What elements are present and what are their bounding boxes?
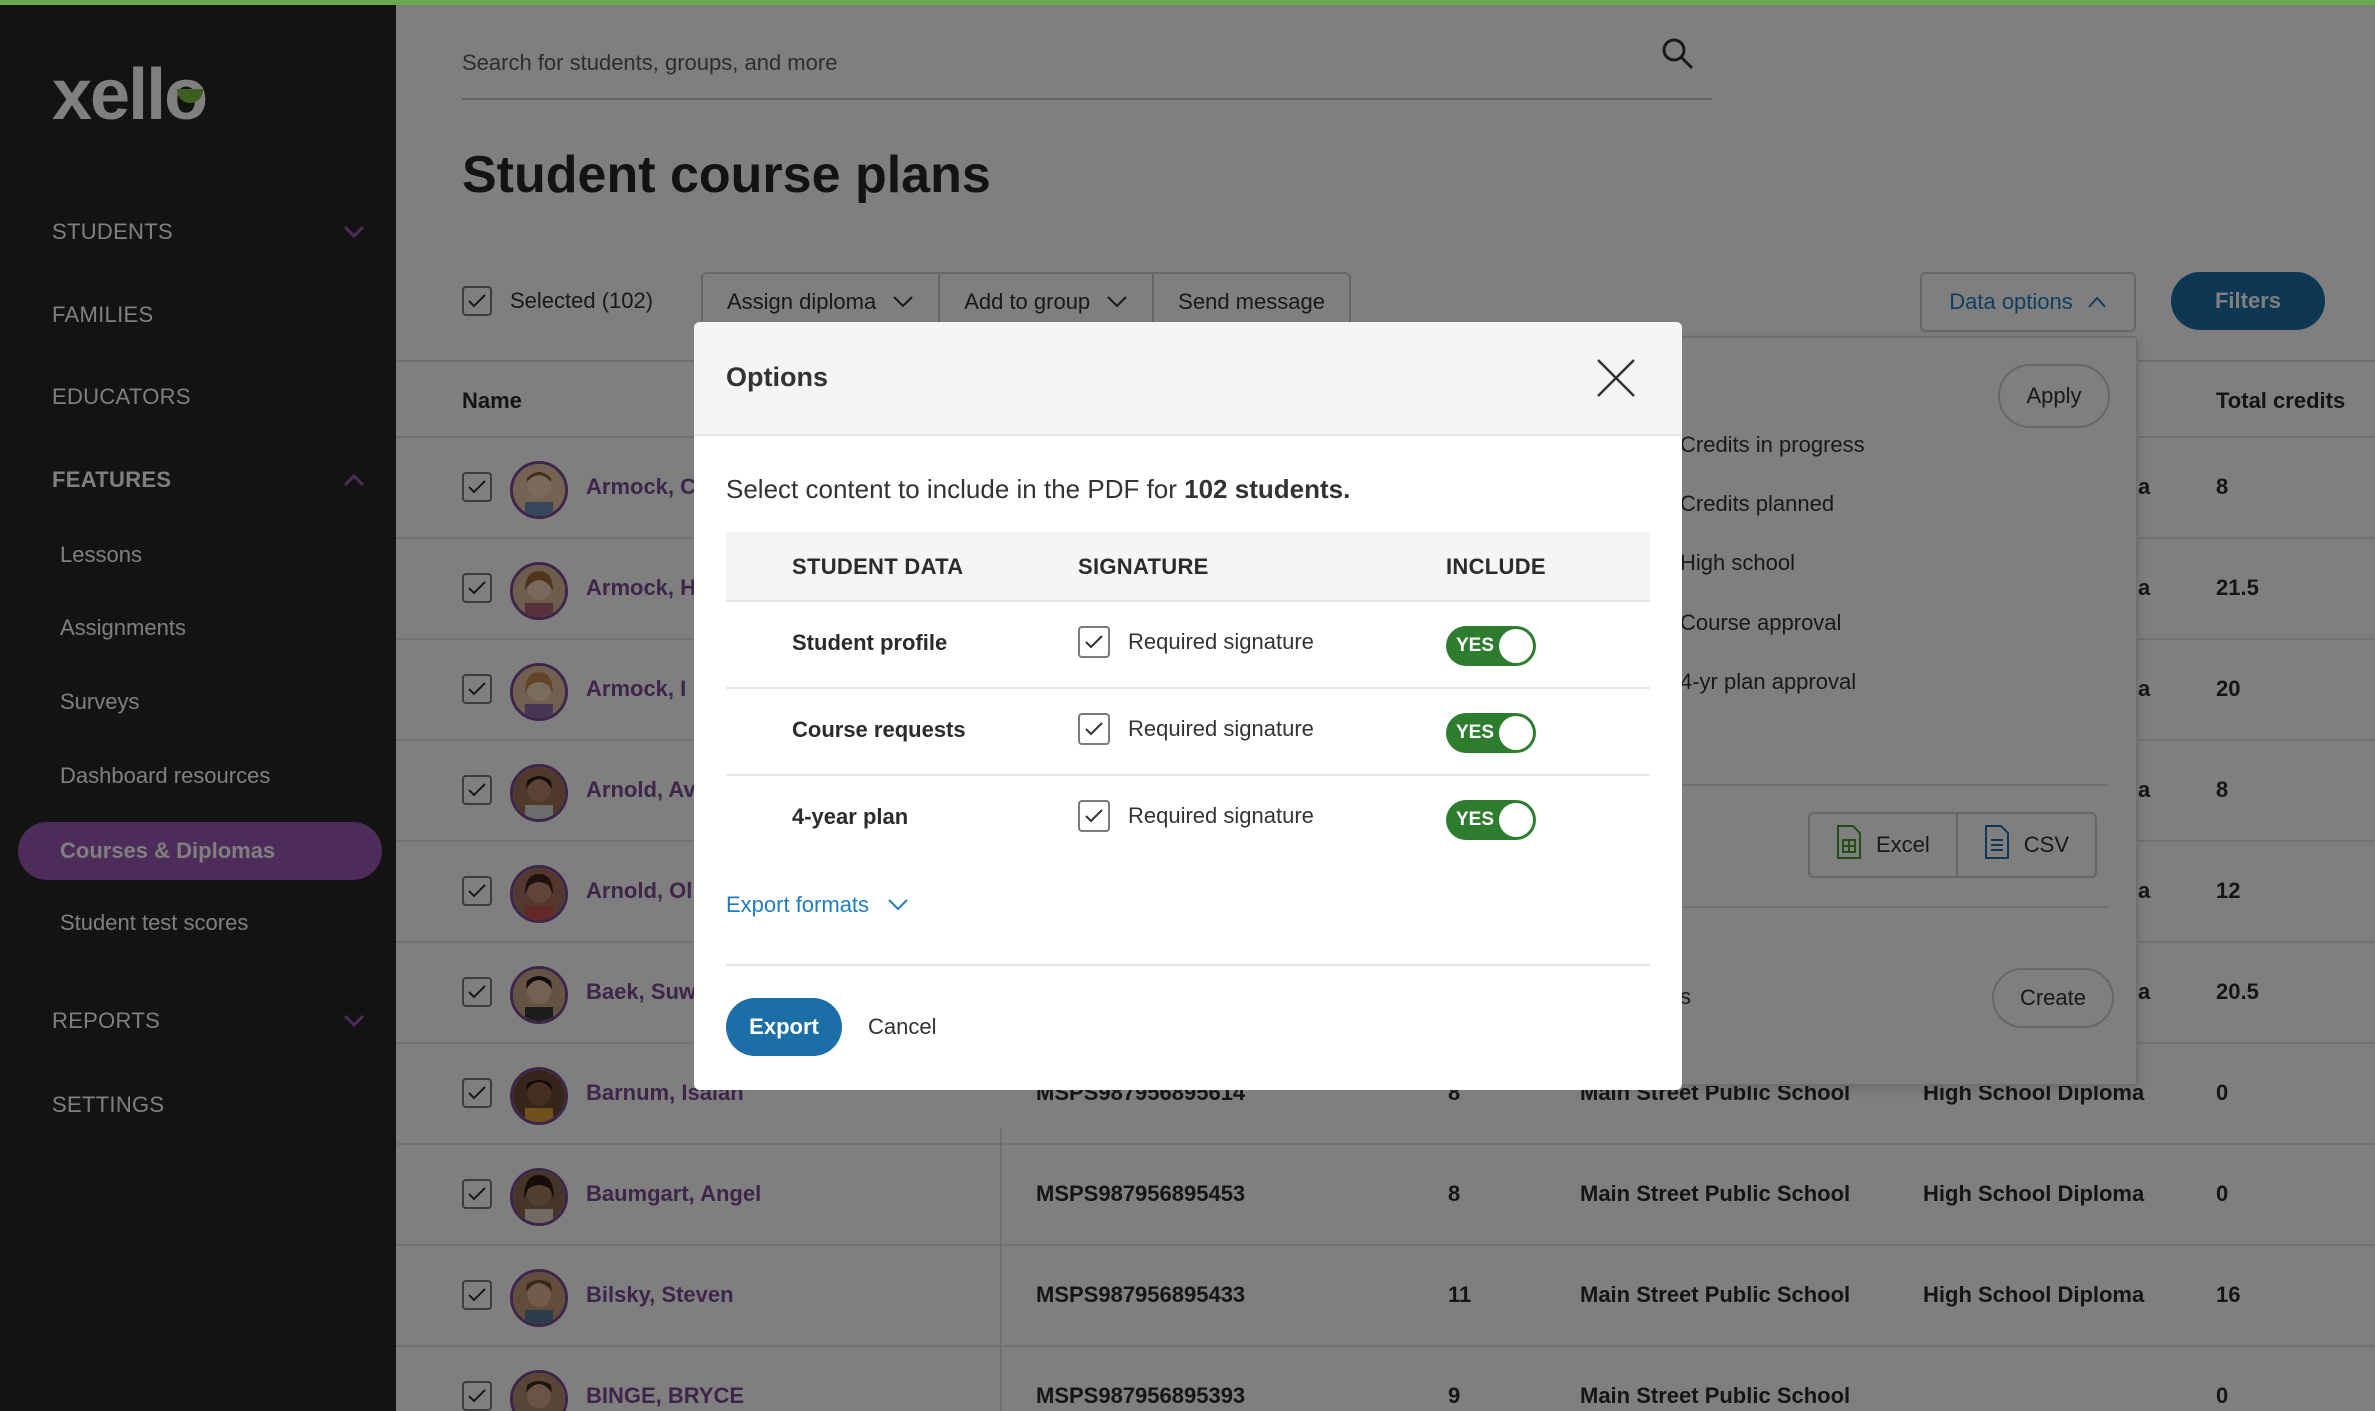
include-toggle[interactable]: YES — [1446, 713, 1536, 753]
export-button[interactable]: Export — [726, 998, 842, 1056]
top-accent-stripe — [0, 0, 2375, 5]
column-header-signature: SIGNATURE — [1078, 554, 1209, 579]
cancel-button[interactable]: Cancel — [868, 1014, 936, 1040]
options-row-course-requests: Course requests Required signature YES — [726, 689, 1650, 776]
column-header-student-data: STUDENT DATA — [792, 554, 964, 579]
checkbox-checked-icon — [1078, 800, 1110, 832]
close-icon[interactable] — [1594, 356, 1638, 400]
modal-header: Options — [694, 322, 1682, 436]
required-signature-checkbox[interactable]: Required signature — [1078, 713, 1314, 745]
options-row-4-year-plan: 4-year plan Required signature YES — [726, 776, 1650, 863]
checkbox-checked-icon — [1078, 626, 1110, 658]
options-modal: Options Select content to include in the… — [694, 322, 1682, 1090]
toggle-knob — [1499, 716, 1533, 750]
modal-description: Select content to include in the PDF for… — [726, 474, 1351, 504]
modal-title: Options — [726, 362, 828, 392]
export-formats-toggle[interactable]: Export formats — [726, 892, 909, 918]
include-toggle[interactable]: YES — [1446, 626, 1536, 666]
chevron-down-icon — [887, 892, 909, 918]
include-toggle[interactable]: YES — [1446, 800, 1536, 840]
column-header-include: INCLUDE — [1446, 554, 1546, 579]
options-row-student-profile: Student profile Required signature YES — [726, 602, 1650, 689]
options-table-header: STUDENT DATA SIGNATURE INCLUDE — [726, 532, 1650, 602]
checkbox-checked-icon — [1078, 713, 1110, 745]
toggle-knob — [1499, 803, 1533, 837]
toggle-knob — [1499, 629, 1533, 663]
divider — [726, 964, 1650, 966]
required-signature-checkbox[interactable]: Required signature — [1078, 800, 1314, 832]
required-signature-checkbox[interactable]: Required signature — [1078, 626, 1314, 658]
